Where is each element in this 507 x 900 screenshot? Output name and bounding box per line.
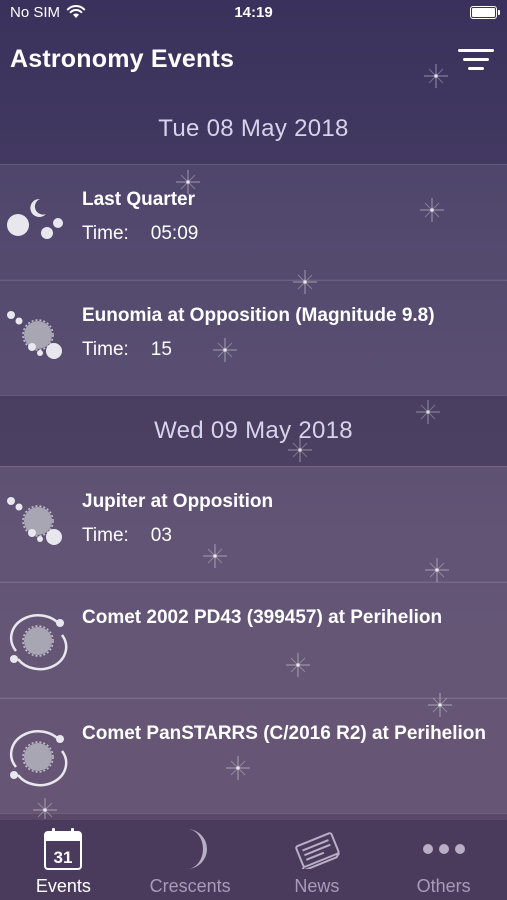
opposition-icon — [0, 281, 72, 397]
perihelion-icon — [0, 583, 72, 699]
more-icon — [422, 826, 466, 872]
newspaper-icon — [294, 826, 340, 872]
page-title: Astronomy Events — [10, 44, 235, 73]
event-title: Eunomia at Opposition (Magnitude 9.8) — [82, 305, 435, 326]
filter-icon[interactable] — [457, 44, 495, 74]
status-bar: No SIM 14:19 — [0, 0, 507, 24]
status-time: 14:19 — [234, 3, 273, 21]
calendar-icon: 31 — [43, 826, 83, 872]
tab-events[interactable]: 31 Events — [0, 820, 127, 900]
event-row[interactable]: Comet PanSTARRS (C/2016 R2) at Perihelio… — [0, 698, 507, 814]
battery-icon — [470, 5, 500, 19]
time-value: 15 — [150, 339, 172, 360]
tab-label: Crescents — [149, 876, 231, 896]
event-title: Jupiter at Opposition — [82, 491, 274, 512]
time-value: 03 — [150, 525, 172, 546]
section-date-header: Wed 09 May 2018 — [0, 396, 507, 466]
event-row[interactable]: Jupiter at Opposition Time: 03 — [0, 466, 507, 582]
event-row[interactable]: Comet 2002 PD43 (399457) at Perihelion — [0, 582, 507, 698]
tab-label: Events — [35, 876, 91, 896]
event-title: Comet PanSTARRS (C/2016 R2) at Perihelio… — [82, 723, 487, 744]
time-label: Time: — [82, 223, 129, 244]
event-title: Last Quarter — [82, 189, 195, 210]
tab-bar: 31 Events Crescents News Others — [0, 819, 507, 900]
event-title: Comet 2002 PD43 (399457) at Perihelion — [82, 607, 443, 628]
tab-label: Others — [416, 876, 471, 896]
time-label: Time: — [82, 525, 129, 546]
time-value: 05:09 — [150, 223, 199, 244]
event-time: Time: 03 — [82, 525, 273, 547]
event-time: Time: 15 — [82, 339, 435, 361]
section-date-header: Tue 08 May 2018 — [158, 115, 349, 142]
calendar-day: 31 — [54, 848, 73, 867]
tab-news[interactable]: News — [254, 820, 381, 900]
crescent-moon-icon — [173, 826, 208, 872]
opposition-icon — [0, 467, 72, 583]
tab-others[interactable]: Others — [380, 820, 507, 900]
event-row[interactable]: Eunomia at Opposition (Magnitude 9.8) Ti… — [0, 280, 507, 396]
tab-label: News — [294, 876, 340, 896]
time-label: Time: — [82, 339, 129, 360]
events-list[interactable]: Tue 08 May 2018 Last Quarter Time: 05:09 — [0, 94, 507, 819]
perihelion-icon — [0, 699, 72, 815]
event-time: Time: 05:09 — [82, 223, 198, 245]
nav-header: Astronomy Events — [0, 24, 507, 94]
moon-phases-icon — [0, 165, 72, 281]
event-row[interactable]: Last Quarter Time: 05:09 — [0, 164, 507, 280]
tab-crescents[interactable]: Crescents — [127, 820, 254, 900]
